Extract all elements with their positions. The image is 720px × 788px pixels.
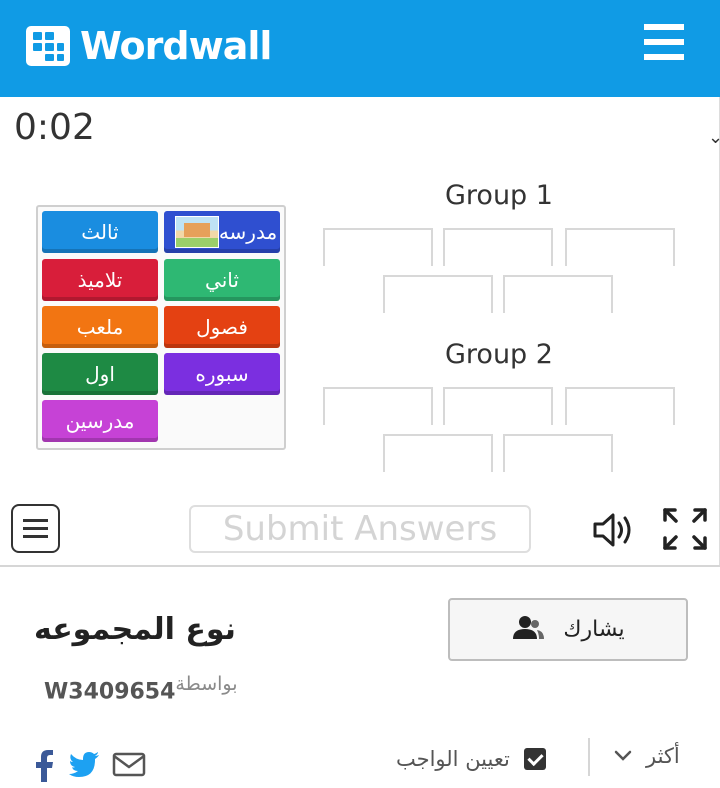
checkbox-checked-icon[interactable] <box>523 748 546 770</box>
by-label: بواسطة <box>175 673 238 695</box>
twitter-icon[interactable] <box>68 750 100 784</box>
facebook-icon[interactable] <box>34 750 54 784</box>
fullscreen-icon[interactable] <box>662 507 708 551</box>
section-divider <box>0 565 720 567</box>
tile-label: ثاني <box>205 268 239 292</box>
drop-slot[interactable] <box>443 228 553 266</box>
assign-homework-label: تعيين الواجب <box>396 747 510 771</box>
drop-slot[interactable] <box>565 228 675 266</box>
tile-board[interactable]: سبوره <box>164 353 280 395</box>
email-icon[interactable] <box>112 750 146 784</box>
drop-slot[interactable] <box>323 228 433 266</box>
drop-slot[interactable] <box>565 387 675 425</box>
timer: 0:02 <box>14 107 95 148</box>
tile-first[interactable]: اول <box>42 353 158 395</box>
tile-students[interactable]: تلاميذ <box>42 259 158 301</box>
drop-slot[interactable] <box>383 434 493 472</box>
hamburger-menu-icon[interactable] <box>644 22 684 62</box>
tile-label: ثالث <box>81 220 119 244</box>
share-users-icon <box>511 615 545 645</box>
tile-tray: مدرسه ثالث ثاني تلاميذ فصول ملعب سبوره ا… <box>36 205 286 450</box>
submit-answers-button[interactable]: Submit Answers <box>189 505 531 553</box>
tile-label: مدرسين <box>65 409 135 433</box>
author-name[interactable]: W3409654 <box>44 679 175 704</box>
tile-teachers[interactable]: مدرسين <box>42 400 158 442</box>
drop-slot[interactable] <box>503 434 613 472</box>
drop-slot[interactable] <box>323 387 433 425</box>
tile-label: مدرسه <box>218 220 278 244</box>
drop-slot[interactable] <box>383 275 493 313</box>
tile-classes[interactable]: فصول <box>164 306 280 348</box>
speaker-icon[interactable] <box>592 510 636 550</box>
game-menu-icon[interactable] <box>11 504 60 553</box>
activity-title: نوع المجموعه <box>34 612 236 647</box>
tile-label: سبوره <box>195 362 249 386</box>
more-button[interactable]: أكثر <box>614 744 680 768</box>
group-2-title: Group 2 <box>445 339 553 370</box>
tile-school[interactable]: مدرسه <box>164 211 280 253</box>
brand-name: Wordwall <box>80 24 272 68</box>
share-button[interactable]: يشارك <box>448 598 688 661</box>
more-label: أكثر <box>646 744 680 768</box>
group-1-title: Group 1 <box>445 180 553 211</box>
tile-third[interactable]: ثالث <box>42 211 158 253</box>
wordwall-logo-icon <box>26 26 70 66</box>
tile-label: فصول <box>196 315 248 339</box>
game-area: 0:02 ⌄ مدرسه ثالث ثاني تلاميذ فصول ملعب … <box>0 97 720 565</box>
chevron-down-icon <box>614 747 632 766</box>
tile-playground[interactable]: ملعب <box>42 306 158 348</box>
school-building-image <box>174 216 219 248</box>
tile-label: اول <box>85 362 115 386</box>
share-label: يشارك <box>563 617 625 642</box>
assign-homework-toggle[interactable]: تعيين الواجب <box>396 744 546 774</box>
drop-slot[interactable] <box>443 387 553 425</box>
drop-slot[interactable] <box>503 275 613 313</box>
vertical-divider <box>588 738 590 776</box>
tile-second[interactable]: ثاني <box>164 259 280 301</box>
author-byline: W3409654بواسطة <box>44 673 238 704</box>
wordwall-logo[interactable]: Wordwall <box>26 24 272 68</box>
top-header: Wordwall <box>0 0 720 97</box>
chevron-down-icon[interactable]: ⌄ <box>708 127 720 148</box>
tile-label: ملعب <box>76 315 124 339</box>
tile-label: تلاميذ <box>77 268 123 292</box>
